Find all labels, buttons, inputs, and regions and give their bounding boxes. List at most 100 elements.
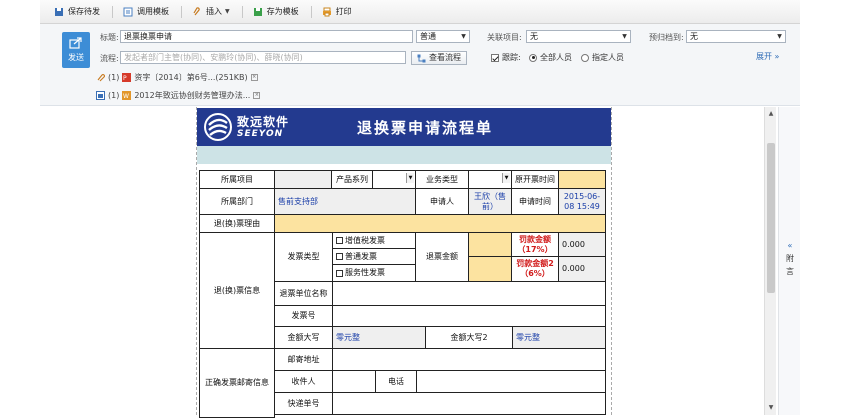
related-project-value: 无 — [530, 32, 538, 41]
compose-header: 发送 标题: 退票换票申请 普通 ▼ 关联项目: 无 ▼ 预归档到: 无 ▼ 流… — [40, 24, 800, 106]
print-button[interactable]: 打印 — [316, 3, 358, 21]
receiver-field[interactable] — [332, 370, 376, 393]
title-input[interactable]: 退票换票申请 — [120, 30, 413, 43]
mail-address-field[interactable] — [332, 348, 606, 371]
expand-link[interactable]: 展开 » — [756, 51, 779, 62]
mail-info-label: 正确发票邮寄信息 — [199, 348, 275, 418]
scrollbar-thumb[interactable] — [767, 143, 775, 293]
flowchart-icon — [417, 54, 426, 62]
archive-label: 预归档到: — [649, 33, 684, 42]
seeyon-logo-icon — [204, 113, 232, 141]
mail-address-label: 邮寄地址 — [274, 348, 333, 371]
save-draft-label: 保存待发 — [68, 7, 100, 16]
archive-select[interactable]: 无 ▼ — [686, 30, 786, 43]
chevron-down-icon: ▼ — [777, 33, 782, 40]
attachment-name: 2012年致远协创财务管理办法... — [134, 91, 251, 100]
ticket-amount-label: 退票金额 — [415, 232, 469, 282]
express-no-label: 快递单号 — [274, 392, 333, 415]
scroll-up-icon[interactable]: ▲ — [766, 109, 776, 119]
load-template-button[interactable]: 调用模板 — [117, 3, 175, 21]
send-label: 发送 — [68, 53, 84, 62]
toolbar: 保存待发 调用模板 插入 ▼ 存为模板 打印 — [40, 0, 800, 24]
ticket-no-label: 发票号 — [274, 305, 333, 327]
toolbar-divider — [310, 5, 312, 18]
load-template-label: 调用模板 — [137, 7, 169, 16]
print-label: 打印 — [335, 7, 352, 16]
vertical-scrollbar[interactable]: ▲ ▼ — [764, 107, 776, 415]
double-chevron-left-icon: « — [787, 241, 793, 250]
department-field[interactable]: 售前支持部 — [274, 188, 416, 215]
radio-unselected-icon — [581, 53, 589, 62]
double-chevron-down-icon: » — [774, 52, 780, 61]
priority-value: 普通 — [420, 32, 436, 41]
chevron-down-icon: ▼ — [225, 8, 230, 15]
related-project-label: 关联项目: — [487, 33, 522, 42]
unit-name-label: 退票单位名称 — [274, 281, 333, 306]
amount-upper-field[interactable]: 零元整 — [332, 326, 426, 349]
priority-select[interactable]: 普通 ▼ — [416, 30, 470, 43]
printer-icon — [322, 7, 331, 16]
product-series-select[interactable]: ▼ — [372, 170, 416, 189]
toolbar-divider — [112, 5, 113, 18]
flow-input[interactable]: 发起者部门主管(协同)、安鹏玲(协同)、薛晓(协同) — [120, 51, 406, 64]
attachment-count: (1) — [108, 73, 120, 82]
amount-upper2-label: 金额大写2 — [425, 326, 513, 349]
department-label: 所属部门 — [199, 188, 275, 215]
normal-ticket-label: 普通发票 — [345, 251, 377, 261]
send-button[interactable]: 发送 — [62, 32, 90, 68]
logo-chinese-text: 致远软件 — [237, 115, 290, 129]
paperclip-icon — [97, 74, 105, 82]
service-ticket-option[interactable]: 服务性发票 — [332, 264, 416, 282]
project-field[interactable] — [274, 170, 332, 189]
project-label: 所属项目 — [199, 170, 275, 189]
send-icon — [69, 37, 82, 49]
checkbox-icon — [336, 253, 343, 260]
chevron-down-icon: ▼ — [406, 173, 414, 183]
save-as-template-button[interactable]: 存为模板 — [247, 3, 305, 21]
flow-label: 流程: — [100, 54, 119, 63]
all-people-label: 全部人员 — [540, 53, 572, 62]
vat-option[interactable]: 增值税发票 — [332, 232, 416, 249]
service-ticket-label: 服务性发票 — [345, 268, 385, 277]
related-project-select[interactable]: 无 ▼ — [526, 30, 631, 43]
penalty-17-label: 罚款金额（17%） — [511, 232, 559, 257]
applicant-field[interactable]: 王欣（售前） — [468, 188, 512, 215]
associated-doc-icon — [96, 91, 105, 100]
word-file-icon: W — [122, 91, 132, 100]
penalty-6-label: 罚款金额2（6%） — [511, 256, 559, 282]
expand-label: 展开 — [756, 52, 772, 61]
view-flow-button[interactable]: 查看流程 — [411, 51, 467, 65]
apply-time-field[interactable]: 2015-06-08 15:49 — [558, 188, 606, 215]
attachment-item[interactable]: (1) P 资字〔2014〕第6号...(251KB) × — [96, 72, 258, 83]
penalty-17-value[interactable]: 0.000 — [558, 232, 606, 257]
scroll-down-icon[interactable]: ▼ — [766, 403, 776, 413]
comment-tab[interactable]: « 附言 — [785, 239, 795, 278]
amount-upper2-field[interactable]: 零元整 — [512, 326, 606, 349]
attachment-item[interactable]: (1) W 2012年致远协创财务管理办法... × — [96, 90, 261, 101]
normal-ticket-option[interactable]: 普通发票 — [332, 248, 416, 265]
express-no-field[interactable] — [332, 392, 606, 415]
pdf-file-icon: P — [122, 73, 132, 82]
save-draft-button[interactable]: 保存待发 — [48, 3, 106, 21]
insert-button[interactable]: 插入 ▼ — [186, 3, 236, 21]
save-icon — [55, 7, 63, 16]
remove-attachment-icon[interactable]: × — [250, 74, 258, 81]
reason-field[interactable] — [274, 214, 606, 233]
form-page: 致远软件 SEEYON 退换票申请流程单 所属项目 产品系列 ▼ 业务类型 ▼ … — [196, 107, 612, 418]
ticket-amount-field-1[interactable] — [468, 232, 512, 257]
track-label: 跟踪: — [502, 53, 521, 62]
toolbar-divider — [241, 5, 243, 18]
all-people-radio[interactable]: 全部人员 — [529, 52, 572, 63]
save-as-template-label: 存为模板 — [266, 7, 299, 16]
penalty-6-value[interactable]: 0.000 — [558, 256, 606, 282]
specific-people-radio[interactable]: 指定人员 — [581, 52, 624, 63]
ticket-no-field[interactable] — [332, 305, 606, 327]
phone-field[interactable] — [416, 370, 606, 393]
unit-name-field[interactable] — [332, 281, 606, 306]
original-ticket-time-field[interactable] — [558, 170, 606, 189]
remove-attachment-icon[interactable]: × — [253, 92, 261, 99]
business-type-select[interactable]: ▼ — [468, 170, 512, 189]
form-banner: 致远软件 SEEYON 退换票申请流程单 — [197, 108, 611, 146]
track-checkbox[interactable]: 跟踪: — [491, 52, 521, 63]
ticket-amount-field-2[interactable] — [468, 256, 512, 282]
